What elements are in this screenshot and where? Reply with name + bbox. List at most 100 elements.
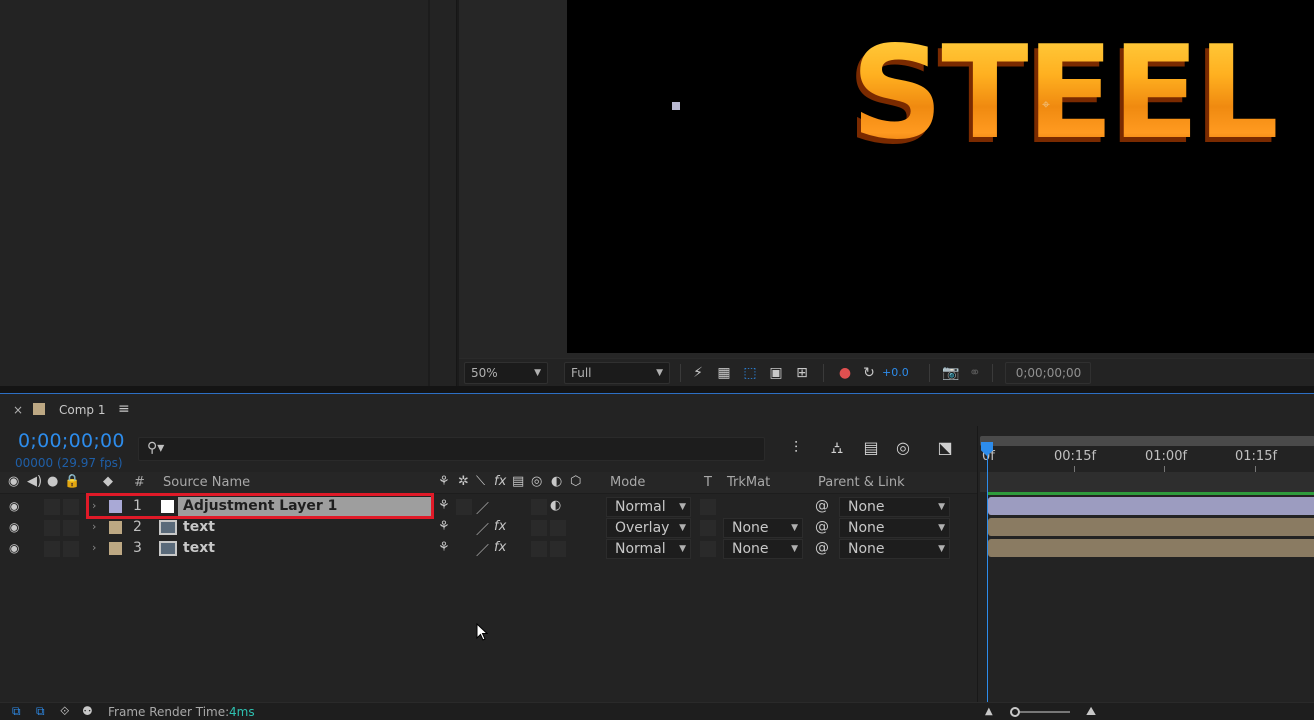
blend-mode-select[interactable]: Normal ▼ [606, 497, 691, 517]
reset-exposure-icon[interactable]: ↻ [858, 362, 880, 384]
layer-label-color[interactable] [109, 542, 122, 555]
expand-chevron-icon[interactable]: › [92, 541, 96, 554]
solo-toggle[interactable] [44, 520, 60, 536]
preserve-transparency-toggle[interactable] [700, 499, 716, 515]
region-of-interest-icon[interactable]: ▣ [765, 362, 787, 384]
visibility-eye-icon[interactable]: ◉ [9, 541, 19, 555]
zoom-select[interactable]: 50% ▼ [464, 361, 548, 384]
shy-switch-icon[interactable]: ⚘ [438, 498, 450, 513]
layer-duration-bar[interactable] [988, 539, 1314, 557]
collapse-switch-icon: ✲ [458, 474, 469, 489]
3d-layer-switch-icon: ⬡ [570, 474, 582, 489]
pick-whip-icon[interactable]: @ [815, 498, 829, 514]
playhead-line[interactable] [987, 446, 988, 703]
anchor-point-icon[interactable]: ⌖ [1037, 96, 1055, 114]
track-matte-select[interactable]: None ▼ [723, 518, 803, 538]
time-ruler-area[interactable]: 0f 00:15f 01:00f 01:15f [977, 426, 1314, 703]
preserve-transparency-toggle[interactable] [700, 541, 716, 557]
solo-toggle[interactable] [44, 499, 60, 515]
layer-row[interactable]: ◉ › 1 Adjustment Layer 1 ⚘ ／ ◐ Normal ▼ @… [0, 493, 977, 519]
resolution-select[interactable]: Full ▼ [564, 361, 670, 384]
shy-switch-icon[interactable]: ⚘ [438, 519, 450, 534]
transparency-grid-icon[interactable]: ▦ [713, 362, 735, 384]
motion-blur-switch[interactable] [531, 499, 547, 515]
blend-mode-select[interactable]: Normal ▼ [606, 539, 691, 559]
timeline-zoom-slider[interactable] [1012, 711, 1070, 713]
render-time-value: 4ms [229, 705, 255, 719]
layer-name[interactable]: text [183, 540, 215, 556]
timeline-fps: 00000 (29.97 fps) [15, 456, 123, 470]
motion-blur-switch[interactable] [531, 520, 547, 536]
composition-canvas[interactable]: STEEL ⌖ [567, 0, 1314, 353]
layer-duration-bar[interactable] [988, 518, 1314, 536]
fast-preview-icon[interactable]: ⚡ [687, 362, 709, 384]
pick-whip-icon[interactable]: @ [815, 540, 829, 556]
quality-switch-icon[interactable]: ／ [476, 498, 489, 517]
layer-search-input[interactable]: ⚲▾ [138, 437, 765, 461]
composition-viewer: STEEL ⌖ [459, 0, 1314, 358]
visibility-eye-icon[interactable]: ◉ [9, 520, 19, 534]
zoom-out-icon[interactable]: ▲ [985, 706, 993, 717]
grid-guides-icon[interactable]: ⊞ [791, 362, 813, 384]
panel-divider[interactable] [0, 386, 1314, 393]
shy-switch-icon[interactable]: ⚘ [438, 540, 450, 555]
snapshot-camera-icon[interactable]: 📷 [940, 362, 962, 384]
track-matte-value: None [732, 541, 769, 557]
adjustment-switch-icon[interactable]: ◐ [550, 498, 561, 513]
work-area-bar[interactable] [980, 436, 1314, 446]
layer-row[interactable]: ◉ › 3 text ⚘ ／ fx Normal ▼ None ▼ @ None ▼ [0, 539, 977, 560]
collapse-switch[interactable] [456, 499, 472, 515]
exposure-value[interactable]: +0.0 [882, 366, 909, 379]
timeline-timecode[interactable]: 0;00;00;00 [18, 430, 125, 452]
channel-icon[interactable]: ● [834, 362, 856, 384]
render-time-icon[interactable]: ⚉ [82, 704, 93, 718]
effect-switch-icon[interactable]: fx [494, 540, 506, 555]
frame-blending-icon[interactable]: ▤ [859, 438, 883, 460]
chevron-down-icon: ▼ [679, 544, 686, 554]
lock-toggle[interactable] [63, 541, 79, 557]
col-source-name[interactable]: Source Name [163, 475, 250, 490]
layer-name[interactable]: text [183, 519, 215, 535]
in-out-icon[interactable]: ⟐ [60, 704, 69, 719]
chevron-down-icon: ▼ [938, 523, 945, 533]
preserve-transparency-toggle[interactable] [700, 520, 716, 536]
mask-path-icon[interactable]: ⬚ [739, 362, 761, 384]
visibility-eye-icon[interactable]: ◉ [9, 499, 19, 513]
parent-select[interactable]: None ▼ [839, 497, 950, 517]
motion-blur-switch[interactable] [531, 541, 547, 557]
show-snapshot-icon[interactable]: ⚭ [964, 362, 986, 384]
viewer-current-time[interactable]: 0;00;00;00 [1004, 361, 1091, 384]
draft-3d-icon[interactable]: ⛼ [825, 438, 849, 460]
ruler-label: 00:15f [1054, 449, 1097, 464]
quality-switch-icon[interactable]: ／ [476, 519, 489, 538]
lock-toggle[interactable] [63, 520, 79, 536]
layer-switches-icon[interactable]: ⧉ [12, 704, 21, 719]
canvas-title-text: STEEL [851, 19, 1279, 168]
track-matte-select[interactable]: None ▼ [723, 539, 803, 559]
panel-menu-icon[interactable]: ≡ [118, 401, 130, 417]
layer-number: 2 [133, 519, 142, 535]
adjustment-switch[interactable] [550, 541, 566, 557]
blend-mode-select[interactable]: Overlay ▼ [606, 518, 691, 538]
close-tab-icon[interactable]: × [13, 403, 23, 417]
expand-chevron-icon[interactable]: › [92, 520, 96, 533]
zoom-in-icon[interactable]: ⛰ [1086, 704, 1096, 719]
composition-flowchart-icon[interactable]: ⫶ [784, 438, 808, 460]
layer-row[interactable]: ◉ › 2 text ⚘ ／ fx Overlay ▼ None ▼ @ None ▼ [0, 518, 977, 539]
adjustment-switch[interactable] [550, 520, 566, 536]
graph-editor-icon[interactable]: ⬔ [933, 438, 957, 460]
parent-select[interactable]: None ▼ [839, 539, 950, 559]
layer-duration-bar[interactable] [988, 497, 1314, 515]
effect-switch-icon[interactable]: fx [494, 519, 506, 534]
solo-toggle[interactable] [44, 541, 60, 557]
zoom-slider-knob[interactable] [1010, 707, 1020, 717]
quality-switch-icon[interactable]: ／ [476, 540, 489, 559]
tab-comp-1[interactable]: Comp 1 [59, 403, 105, 417]
motion-blur-icon[interactable]: ◎ [891, 438, 915, 460]
pick-whip-icon[interactable]: @ [815, 519, 829, 535]
transfer-controls-icon[interactable]: ⧉ [36, 704, 45, 719]
lock-toggle[interactable] [63, 499, 79, 515]
layer-label-color[interactable] [109, 521, 122, 534]
layer-handle[interactable] [672, 102, 680, 110]
parent-select[interactable]: None ▼ [839, 518, 950, 538]
